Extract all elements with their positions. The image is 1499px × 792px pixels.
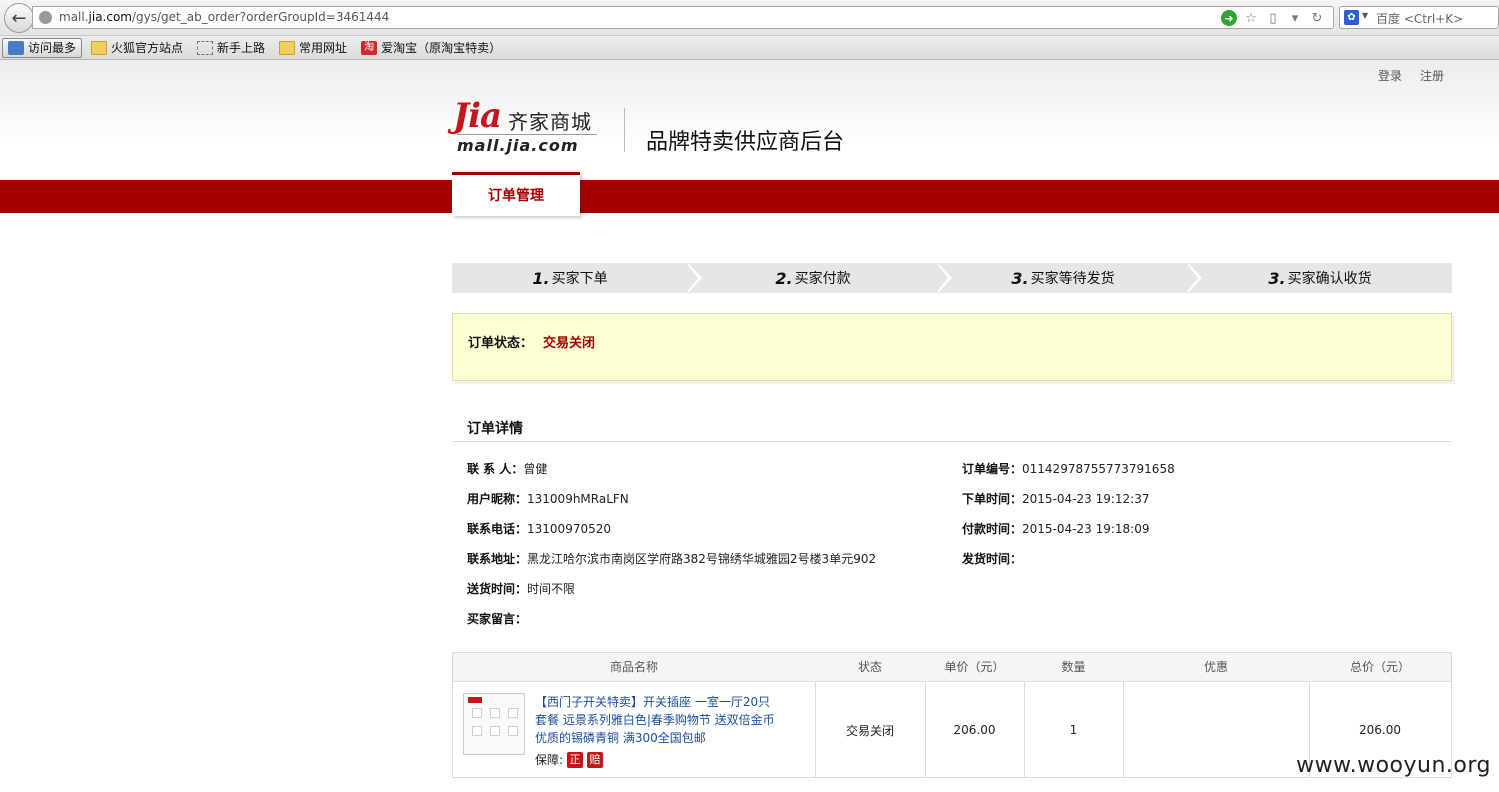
baidu-paw-icon[interactable]: ✿	[1344, 10, 1359, 25]
search-box[interactable]: ✿ ▼ 百度 <Ctrl+K>	[1339, 6, 1499, 29]
order-details-title: 订单详情	[467, 421, 523, 437]
step-buyer-order: 1. 买家下单	[452, 263, 688, 293]
table-header: 商品名称 状态 单价（元） 数量 优惠 总价（元）	[453, 653, 1451, 682]
logo-domain-text: mall.jia.com	[457, 136, 579, 155]
buyer-message-field: 买家留言：	[467, 612, 528, 626]
header-total: 总价（元）	[1349, 660, 1410, 674]
header-status: 状态	[857, 660, 882, 674]
tab-order-management[interactable]: 订单管理	[452, 172, 580, 216]
back-arrow-icon: ←	[11, 7, 27, 29]
order-status-value: 交易关闭	[543, 336, 596, 351]
item-unit-price: 206.00	[953, 723, 996, 737]
back-button[interactable]: ←	[4, 3, 34, 33]
site-logo[interactable]: Jia 齐家商城 mall.jia.com	[453, 96, 603, 158]
folder-icon	[91, 40, 108, 55]
step-await-shipping: 3. 买家等待发货	[938, 263, 1188, 293]
switch-image	[490, 708, 500, 718]
order-status-box: 订单状态： 交易关闭	[452, 313, 1452, 381]
reload-icon[interactable]: ↻	[1309, 10, 1325, 26]
item-status: 交易关闭	[845, 723, 894, 738]
bookmarks-toolbar: 访问最多 火狐官方站点 新手上路 常用网址 淘爱淘宝（原淘宝特卖）	[0, 36, 1499, 60]
switch-image	[472, 708, 482, 718]
logo-divider	[457, 134, 597, 135]
product-name-link[interactable]: 【西门子开关特卖】开关插座 一室一厅20只套餐 远景系列雅白色|春季购物节 送双…	[535, 693, 775, 747]
register-link[interactable]: 注册	[1420, 67, 1444, 84]
switch-image	[508, 708, 518, 718]
switch-image	[490, 726, 500, 736]
payment-time-field: 付款时间：2015-04-23 19:18:09	[962, 522, 1150, 536]
logo-cn-text: 齐家商城	[508, 110, 592, 134]
order-status-label: 订单状态：	[468, 336, 534, 351]
login-link[interactable]: 登录	[1378, 67, 1402, 84]
phone-field: 联系电话：13100970520	[467, 522, 611, 536]
step-separator	[1186, 263, 1198, 293]
divider	[452, 441, 1452, 442]
order-progress-steps: 1. 买家下单 2. 买家付款 3. 买家等待发货 3. 买家确认收货	[452, 263, 1452, 293]
step-separator	[686, 263, 698, 293]
search-placeholder: 百度 <Ctrl+K>	[1376, 12, 1464, 26]
header-divider	[624, 108, 625, 152]
switch-image	[472, 726, 482, 736]
bookmark-getting-started[interactable]: 新手上路	[192, 38, 270, 58]
browser-toolbar: ← mall.jia.com/gys/get_ab_order?orderGro…	[0, 0, 1499, 36]
order-number-field: 订单编号：01142978755773791658	[962, 462, 1175, 476]
bookmark-ai-taobao[interactable]: 淘爱淘宝（原淘宝特卖）	[356, 38, 506, 58]
order-time-field: 下单时间：2015-04-23 19:12:37	[962, 492, 1150, 506]
address-field: 联系地址：黑龙江哈尔滨市南岗区学府路382号锦绣华城雅园2号楼3单元902	[467, 552, 877, 566]
bookmark-common-sites[interactable]: 常用网址	[274, 38, 352, 58]
contact-name-field: 联 系 人：曾健	[467, 462, 548, 476]
logo-jia-text: Jia	[453, 96, 502, 136]
page-title: 品牌特卖供应商后台	[646, 130, 845, 155]
header-discount: 优惠	[1203, 660, 1228, 674]
bookmark-star-icon[interactable]: ☆	[1243, 10, 1259, 26]
site-identity-icon[interactable]	[39, 11, 52, 24]
brand-mark	[468, 697, 482, 703]
step-buyer-pay: 2. 买家付款	[688, 263, 938, 293]
item-quantity: 1	[1069, 723, 1078, 737]
site-header: 登录 注册 Jia 齐家商城 mall.jia.com 品牌特卖供应商后台	[0, 60, 1499, 180]
nickname-field: 用户昵称：131009hMRaLFN	[467, 492, 629, 506]
shipping-time-field: 发货时间：	[962, 552, 1023, 566]
address-bar[interactable]: mall.jia.com/gys/get_ab_order?orderGroup…	[32, 6, 1334, 29]
genuine-badge-icon[interactable]: 正	[567, 751, 584, 768]
step-separator	[936, 263, 948, 293]
switch-image	[508, 726, 518, 736]
mobile-device-icon[interactable]: ▯	[1265, 10, 1281, 26]
step-confirm-receipt: 3. 买家确认收货	[1188, 263, 1452, 293]
bookmark-most-visited[interactable]: 访问最多	[2, 37, 83, 58]
header-product-name: 商品名称	[609, 660, 658, 674]
watermark: www.wooyun.org	[1296, 753, 1491, 778]
product-thumbnail[interactable]	[463, 693, 525, 755]
address-text: mall.jia.com/gys/get_ab_order?orderGroup…	[59, 10, 390, 24]
go-arrow-icon[interactable]: ➜	[1221, 10, 1237, 26]
delivery-time-field: 送货时间：时间不限	[467, 582, 576, 596]
main-nav-bar	[0, 180, 1499, 213]
magnifier-icon	[8, 40, 24, 55]
bookmark-firefox-sites[interactable]: 火狐官方站点	[86, 38, 188, 58]
taobao-icon: 淘	[361, 40, 378, 55]
page-icon	[197, 40, 214, 55]
header-unit-price: 单价（元）	[944, 660, 1005, 674]
guarantee-badges: 保障: 正 赔	[535, 751, 604, 768]
folder-icon	[279, 40, 296, 55]
compensation-badge-icon[interactable]: 赔	[587, 751, 604, 768]
header-quantity: 数量	[1061, 660, 1086, 674]
item-discount	[1123, 682, 1309, 778]
chevron-down-icon[interactable]: ▼	[1362, 11, 1368, 20]
dropdown-history-icon[interactable]: ▾	[1287, 10, 1303, 26]
